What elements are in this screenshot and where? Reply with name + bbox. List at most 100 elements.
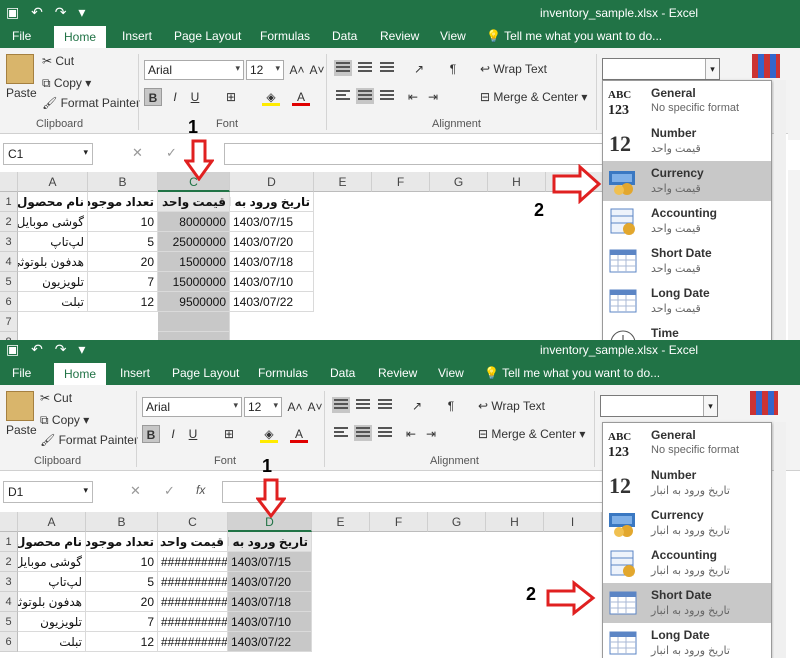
align-top-icon[interactable]: [332, 397, 350, 413]
align-center-icon[interactable]: [356, 88, 374, 104]
table-cell[interactable]: [158, 312, 230, 332]
table-cell[interactable]: 1403/07/15: [230, 212, 314, 232]
column-header[interactable]: E: [312, 512, 370, 532]
tab-data[interactable]: Data: [330, 366, 355, 380]
underline-button[interactable]: U: [186, 88, 204, 106]
column-header[interactable]: A: [18, 172, 88, 192]
header-cell[interactable]: تعداد موجودی: [88, 192, 158, 212]
table-cell[interactable]: تلویزیون: [18, 272, 88, 292]
format-option-general[interactable]: ABC 123 General No specific format: [603, 81, 771, 121]
table-cell[interactable]: 7: [88, 272, 158, 292]
header-cell[interactable]: تعداد موجودی: [86, 532, 158, 552]
table-cell[interactable]: ##########: [158, 552, 228, 572]
rtl-icon[interactable]: ¶: [442, 397, 460, 415]
row-header[interactable]: 3: [0, 572, 18, 592]
number-format-box[interactable]: ▾: [600, 395, 718, 417]
table-cell[interactable]: لپ‌تاپ: [18, 572, 86, 592]
wrap-text-button[interactable]: ↩ Wrap Text: [478, 399, 545, 413]
format-option-time[interactable]: Time: [603, 321, 771, 340]
row-header[interactable]: 5: [0, 272, 18, 292]
insert-function-button[interactable]: fx: [196, 483, 205, 497]
header-cell[interactable]: قیمت واحد: [158, 532, 228, 552]
column-header[interactable]: H: [486, 512, 544, 532]
select-all-corner[interactable]: [0, 172, 18, 192]
format-option-number[interactable]: 12 Number قیمت واحد: [603, 121, 771, 161]
merge-center-button[interactable]: ⊟ Merge & Center ▾: [480, 90, 587, 104]
column-header[interactable]: H: [488, 172, 546, 192]
table-cell[interactable]: 5: [88, 232, 158, 252]
cut-button[interactable]: ✂ Cut: [42, 54, 74, 68]
format-painter-button[interactable]: 🖌 Format Painter: [42, 96, 140, 110]
format-option-short-date[interactable]: Short Date تاریخ ورود به انبار: [603, 583, 771, 623]
paste-icon[interactable]: [6, 391, 34, 421]
table-cell[interactable]: 12: [86, 632, 158, 652]
table-cell[interactable]: 12: [88, 292, 158, 312]
tab-review[interactable]: Review: [378, 366, 417, 380]
row-header[interactable]: 3: [0, 232, 18, 252]
tab-file[interactable]: File: [12, 29, 31, 43]
row-header[interactable]: 6: [0, 632, 18, 652]
fill-color-icon[interactable]: ◈: [262, 88, 280, 106]
decrease-indent-icon[interactable]: ⇤: [404, 88, 422, 106]
font-size-box[interactable]: 12 ▾: [244, 397, 282, 417]
quick-access-toolbar[interactable]: ▣ ↶ ↷ ▾: [6, 4, 89, 21]
table-cell[interactable]: تبلت: [18, 632, 86, 652]
font-color-icon[interactable]: A: [292, 88, 310, 106]
grow-font-icon[interactable]: A˄: [286, 398, 304, 416]
align-left-icon[interactable]: [334, 88, 352, 104]
paste-button[interactable]: Paste: [6, 423, 37, 437]
table-cell[interactable]: 1403/07/22: [228, 632, 312, 652]
conditional-format-icon[interactable]: [750, 391, 778, 415]
tell-me-box[interactable]: 💡 Tell me what you want to do...: [486, 29, 662, 43]
row-header[interactable]: 5: [0, 612, 18, 632]
row-header[interactable]: 6: [0, 292, 18, 312]
orientation-icon[interactable]: ↗: [408, 397, 426, 415]
column-header[interactable]: F: [370, 512, 428, 532]
format-option-currency[interactable]: Currency قیمت واحد: [603, 161, 771, 201]
row-header[interactable]: 8: [0, 332, 18, 340]
column-header[interactable]: G: [430, 172, 488, 192]
table-cell[interactable]: [158, 332, 230, 340]
table-cell[interactable]: ##########: [158, 572, 228, 592]
paste-button[interactable]: Paste: [6, 86, 37, 100]
fill-color-icon[interactable]: ◈: [260, 425, 278, 443]
borders-icon[interactable]: ⊞: [222, 88, 240, 106]
decrease-indent-icon[interactable]: ⇤: [402, 425, 420, 443]
format-option-long-date[interactable]: Long Date قیمت واحد: [603, 281, 771, 321]
tab-review[interactable]: Review: [380, 29, 419, 43]
tab-insert[interactable]: Insert: [120, 366, 150, 380]
copy-button[interactable]: ⧉ Copy ▾: [40, 413, 89, 428]
table-cell[interactable]: ##########: [158, 592, 228, 612]
header-cell[interactable]: قیمت واحد: [158, 192, 230, 212]
row-header[interactable]: 1: [0, 192, 18, 212]
align-middle-icon[interactable]: [356, 60, 374, 76]
align-right-icon[interactable]: [376, 425, 394, 441]
table-cell[interactable]: 1403/07/20: [228, 572, 312, 592]
format-option-short-date[interactable]: Short Date قیمت واحد: [603, 241, 771, 281]
font-name-box[interactable]: Arial ▾: [144, 60, 244, 80]
table-cell[interactable]: 1403/07/22: [230, 292, 314, 312]
column-header[interactable]: A: [18, 512, 86, 532]
tab-file[interactable]: File: [12, 366, 31, 380]
bold-button[interactable]: B: [144, 88, 162, 106]
cancel-icon[interactable]: ✕: [130, 483, 141, 499]
table-cell[interactable]: تلویزیون: [18, 612, 86, 632]
tab-formulas[interactable]: Formulas: [260, 29, 310, 43]
table-cell[interactable]: 1403/07/20: [230, 232, 314, 252]
format-option-accounting[interactable]: Accounting تاریخ ورود به انبار: [603, 543, 771, 583]
table-cell[interactable]: هدفون بلوتوثی: [18, 252, 88, 272]
table-cell[interactable]: 1403/07/18: [230, 252, 314, 272]
column-header[interactable]: C: [158, 512, 228, 532]
shrink-font-icon[interactable]: A˅: [308, 61, 326, 79]
table-cell[interactable]: گوشی موبایل: [18, 212, 88, 232]
table-cell[interactable]: 1403/07/10: [228, 612, 312, 632]
table-cell[interactable]: 20: [86, 592, 158, 612]
cut-button[interactable]: ✂ Cut: [40, 391, 72, 405]
table-cell[interactable]: ##########: [158, 632, 228, 652]
column-header[interactable]: B: [88, 172, 158, 192]
row-header[interactable]: 4: [0, 252, 18, 272]
format-option-long-date[interactable]: Long Date تاریخ ورود به انبار: [603, 623, 771, 658]
shrink-font-icon[interactable]: A˅: [306, 398, 324, 416]
bold-button[interactable]: B: [142, 425, 160, 443]
paste-icon[interactable]: [6, 54, 34, 84]
